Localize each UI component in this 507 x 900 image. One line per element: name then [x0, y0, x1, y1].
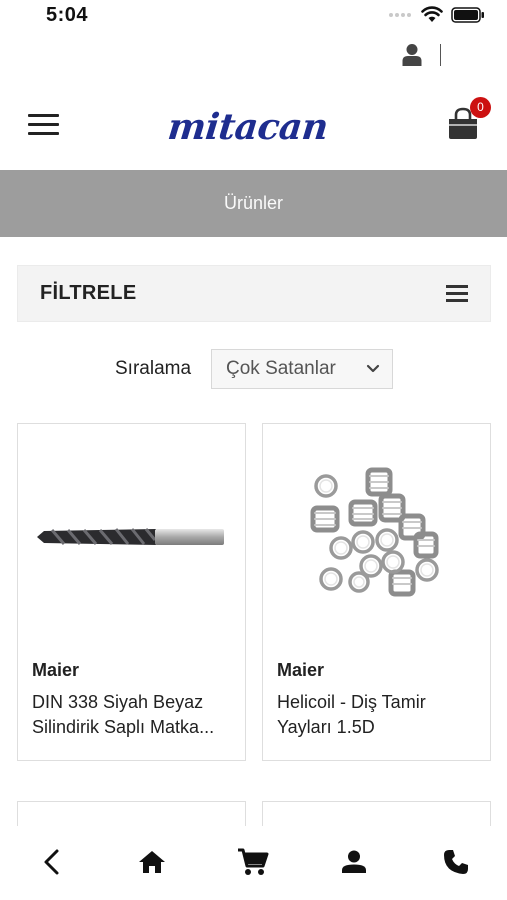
- phone-icon: [444, 850, 468, 874]
- nav-home-button[interactable]: [132, 844, 172, 880]
- page-title-bar: Ürünler: [0, 170, 507, 237]
- list-icon: [446, 284, 468, 303]
- sort-select[interactable]: Çok Satanlar: [211, 349, 393, 389]
- product-name-line2: Silindirik Saplı Matka...: [32, 717, 215, 737]
- product-name: DIN 338 Siyah Beyaz Silindirik Saplı Mat…: [32, 690, 234, 740]
- product-card[interactable]: Maier DIN 338 Siyah Beyaz Silindirik Sap…: [17, 423, 246, 761]
- header: mitacan: [0, 86, 507, 166]
- sort-row: Sıralama Çok Satanlar: [0, 349, 507, 389]
- divider: [440, 44, 441, 66]
- cart-icon: [238, 848, 269, 875]
- wifi-icon: [421, 6, 443, 22]
- product-brand: Maier: [277, 660, 325, 680]
- user-icon: [342, 850, 366, 873]
- chevron-down-icon: [366, 364, 380, 373]
- back-arrow-icon: [44, 849, 59, 875]
- nav-cart-button[interactable]: [233, 844, 273, 880]
- page-title: Ürünler: [223, 193, 284, 213]
- sort-selected-value: Çok Satanlar: [226, 358, 336, 379]
- signal-icon: [389, 12, 411, 17]
- product-name-line1: DIN 338 Siyah Beyaz: [32, 692, 204, 712]
- user-icon[interactable]: [402, 43, 422, 67]
- battery-icon: [451, 6, 484, 23]
- nav-back-button[interactable]: [31, 844, 71, 880]
- filter-label: FİLTRELE: [40, 282, 137, 304]
- product-brand: Maier: [32, 660, 80, 680]
- status-indicators: [389, 6, 485, 23]
- product-name-line2: Yayları 1.5D: [277, 717, 375, 737]
- home-icon: [139, 851, 165, 873]
- product-image-drill: [18, 424, 245, 649]
- sort-label: Sıralama: [115, 358, 192, 379]
- filter-button[interactable]: FİLTRELE: [17, 265, 491, 322]
- helicoil-image: [310, 467, 439, 597]
- cart-count-badge: 0: [470, 97, 491, 118]
- product-name: Helicoil - Diş Tamir Yayları 1.5D: [277, 690, 479, 740]
- nav-phone-button[interactable]: [436, 844, 476, 880]
- status-bar: 5:04: [0, 0, 507, 32]
- product-card[interactable]: Maier Helicoil - Diş Tamir Yayları 1.5D: [262, 423, 491, 761]
- hamburger-menu-icon[interactable]: [28, 112, 60, 136]
- bottom-nav: [0, 826, 507, 900]
- status-time: 5:04: [46, 4, 89, 26]
- product-name-line1: Helicoil - Diş Tamir: [277, 692, 426, 712]
- logo[interactable]: mitacan: [166, 106, 330, 148]
- product-image-helicoil: [263, 424, 490, 649]
- utility-row: [402, 40, 441, 70]
- drill-bit-image: [37, 528, 224, 545]
- nav-profile-button[interactable]: [334, 844, 374, 880]
